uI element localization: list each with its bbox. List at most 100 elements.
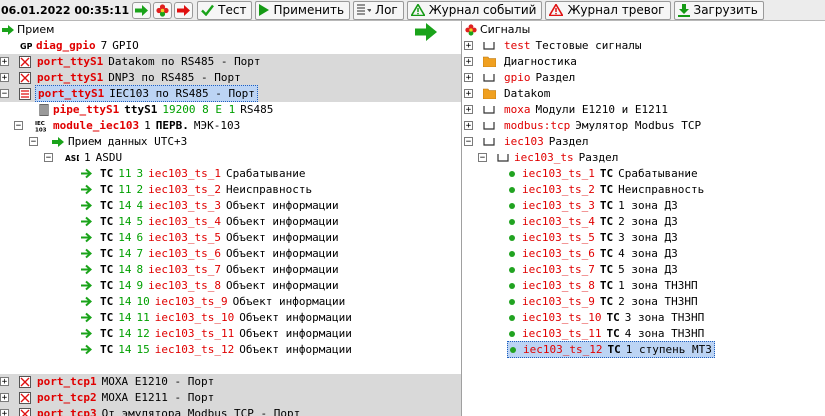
collapse-module-button[interactable]: −	[14, 121, 23, 131]
signal-label: TC 14 7 iec103_ts_6 Объект информации	[100, 246, 339, 261]
log-button[interactable]: Лог	[353, 0, 404, 20]
signal-row[interactable]: TC 14 11 iec103_ts_10 Объект информации	[0, 310, 461, 326]
signal-row[interactable]: TC 14 10 iec103_ts_9 Объект информации	[0, 294, 461, 310]
right-signal-type: TC	[599, 167, 614, 181]
tree-item-port[interactable]: + port_tcp3 От эмулятора Modbus TCP - Порт	[0, 406, 461, 416]
right-signal-row[interactable]: iec103_ts_1 TC Срабатывание	[462, 166, 825, 182]
right-signal-row[interactable]: iec103_ts_2 TC Неисправность	[462, 182, 825, 198]
signal-group[interactable]: − iec103 Раздел	[462, 134, 825, 150]
signal-row[interactable]: TC 11 3 iec103_ts_1 Срабатывание	[0, 166, 461, 182]
right-signal-row[interactable]: iec103_ts_6 TC 4 зона ДЗ	[462, 246, 825, 262]
tree-item-port[interactable]: + port_tcp2 MOXA E1211 - Порт	[0, 390, 461, 406]
forward-button[interactable]	[132, 1, 152, 19]
tree-item-asdu[interactable]: − ASDU 1ASDU	[0, 150, 461, 166]
right-signal-row[interactable]: iec103_ts_5 TC 3 зона ДЗ	[462, 230, 825, 246]
signal-group[interactable]: + modbus:tcp Эмулятор Modbus TCP	[462, 118, 825, 134]
right-signal-row[interactable]: iec103_ts_9 TC 2 зона ТНЗНП	[462, 294, 825, 310]
signal-row[interactable]: TC 14 7 iec103_ts_6 Объект информации	[0, 246, 461, 262]
tree-item-port[interactable]: + port_ttyS1 DNP3 по RS485 - Порт	[0, 70, 461, 86]
collapse-subgroup-button[interactable]: −	[478, 153, 487, 163]
tree-item-receive-data[interactable]: − Прием данных UTC+3	[0, 134, 461, 150]
signal-row[interactable]: TC 14 5 iec103_ts_4 Объект информации	[0, 214, 461, 230]
tree-item-subgroup-iec103-ts[interactable]: − iec103_ts Раздел	[462, 150, 825, 166]
tree-root-receive[interactable]: Прием	[0, 22, 461, 38]
signal-group[interactable]: + Datakom	[462, 86, 825, 102]
tree-item-diag[interactable]: GPIO diag_gpio7GPIO	[0, 38, 461, 54]
expand-port-button[interactable]: +	[0, 377, 9, 387]
signal-group[interactable]: + gpio Раздел	[462, 70, 825, 86]
expand-group-button[interactable]: +	[464, 57, 473, 67]
tree-item-port[interactable]: + port_tcp1 MOXA E1210 - Порт	[0, 374, 461, 390]
signal-label: TC 14 12 iec103_ts_11 Объект информации	[100, 326, 352, 341]
port-icon	[18, 391, 32, 405]
group-name: modbus:tcp	[504, 119, 571, 133]
signal-group[interactable]: + moxa Модули E1210 и E1211	[462, 102, 825, 118]
right-signal-row[interactable]: iec103_ts_11 TC 4 зона ТНЗНП	[462, 326, 825, 342]
port-name: port_tcp2	[37, 391, 97, 405]
tree-item-pipe[interactable]: pipe_ttyS1 ttyS1 19200 8 E 1 RS485	[0, 102, 461, 118]
tree-item-module[interactable]: − IEC 103 module_iec103 1 ПЕРВ. МЭК-103	[0, 118, 461, 134]
right-signal-row[interactable]: iec103_ts_7 TC 5 зона ДЗ	[462, 262, 825, 278]
signal-group[interactable]: + test Тестовые сигналы	[462, 38, 825, 54]
right-signal-row[interactable]: iec103_ts_8 TC 1 зона ТНЗНП	[462, 278, 825, 294]
signal-row[interactable]: TC 14 9 iec103_ts_8 Объект информации	[0, 278, 461, 294]
signal-row[interactable]: TC 14 15 iec103_ts_12 Объект информации	[0, 342, 461, 358]
apply-button[interactable]: Применить	[255, 0, 351, 20]
signal-desc: Объект информации	[225, 199, 339, 213]
tree-item-port[interactable]: − port_ttyS1 IEC103 по RS485 - Порт	[0, 85, 461, 103]
status-dot-icon	[510, 346, 516, 353]
signal-addr-a: 14	[118, 295, 132, 309]
tree-item-port[interactable]: + port_ttyS1 Datakom по RS485 - Порт	[0, 54, 461, 70]
expand-port-button[interactable]: +	[0, 409, 9, 416]
port-active-icon	[18, 87, 32, 101]
group-label: iec103 Раздел	[504, 134, 589, 149]
expand-port-button[interactable]: +	[0, 393, 9, 403]
right-signal-row[interactable]: iec103_ts_4 TC 2 зона ДЗ	[462, 214, 825, 230]
signal-desc: Объект информации	[239, 343, 352, 357]
expand-port-button[interactable]: +	[0, 57, 9, 67]
port-name: port_tcp1	[37, 375, 97, 389]
expand-port-button[interactable]: −	[0, 89, 9, 99]
right-signal-label: iec103_ts_4 TC 2 зона ДЗ	[507, 214, 680, 229]
right-signal-type: TC	[606, 311, 620, 325]
expand-port-button[interactable]: +	[0, 73, 9, 83]
signal-group[interactable]: + Диагностика	[462, 54, 825, 70]
expand-group-button[interactable]: +	[464, 121, 473, 131]
group-label: moxa Модули E1210 и E1211	[504, 102, 668, 117]
collapse-receive-button[interactable]: −	[29, 137, 38, 147]
svg-text:103: 103	[35, 128, 47, 133]
expand-group-button[interactable]: −	[464, 137, 473, 147]
right-signal-row[interactable]: iec103_ts_10 TC 3 зона ТНЗНП	[462, 310, 825, 326]
tree-root-signals[interactable]: Сигналы	[462, 22, 825, 38]
right-signal-row[interactable]: iec103_ts_12 TC 1 ступень МТЗ	[462, 341, 825, 359]
right-signal-row[interactable]: iec103_ts_3 TC 1 зона ДЗ	[462, 198, 825, 214]
section-icon	[482, 135, 496, 149]
test-button[interactable]: Тест	[197, 0, 253, 20]
pipe-icon	[37, 103, 51, 117]
event-journal-button[interactable]: Журнал событий	[406, 0, 543, 20]
expand-group-button[interactable]: +	[464, 89, 473, 99]
group-desc: Datakom	[504, 87, 551, 101]
signal-row[interactable]: TC 14 4 iec103_ts_3 Объект информации	[0, 198, 461, 214]
red-forward-button[interactable]	[174, 1, 194, 19]
expand-group-button[interactable]: +	[464, 105, 473, 115]
flower-button[interactable]	[153, 1, 173, 19]
signal-row[interactable]: TC 14 8 iec103_ts_7 Объект информации	[0, 262, 461, 278]
signal-row[interactable]: TC 11 2 iec103_ts_2 Неисправность	[0, 182, 461, 198]
signal-row[interactable]: TC 14 12 iec103_ts_11 Объект информации	[0, 326, 461, 342]
alarm-journal-button[interactable]: Журнал тревог	[545, 0, 671, 20]
signal-name: iec103_ts_9	[154, 295, 228, 309]
right-signal-type: TC	[599, 295, 614, 309]
signal-label: TC 14 9 iec103_ts_8 Объект информации	[100, 278, 339, 293]
signal-row[interactable]: TC 14 6 iec103_ts_5 Объект информации	[0, 230, 461, 246]
section-icon	[482, 119, 496, 133]
expand-group-button[interactable]: +	[464, 41, 473, 51]
group-name: moxa	[504, 103, 531, 117]
arrow-right-icon	[79, 343, 93, 357]
right-signal-label: iec103_ts_11 TC 4 зона ТНЗНП	[507, 326, 706, 341]
signal-addr-a: 14	[118, 327, 132, 341]
load-button[interactable]: Загрузить	[673, 0, 764, 20]
right-signal-name: iec103_ts_5	[522, 231, 595, 245]
collapse-asdu-button[interactable]: −	[44, 153, 53, 163]
expand-group-button[interactable]: +	[464, 73, 473, 83]
